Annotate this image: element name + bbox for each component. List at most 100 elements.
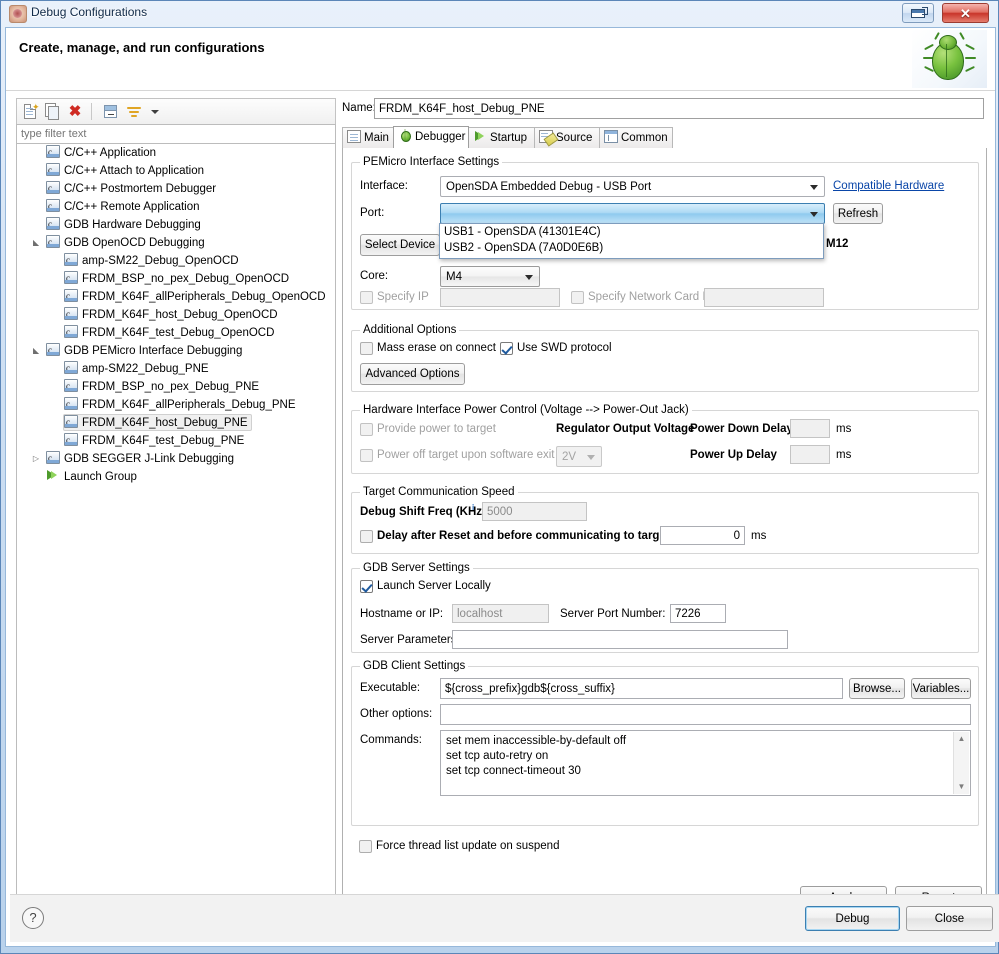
specify-ip-checkbox[interactable] [360, 291, 373, 304]
tree-item[interactable]: FRDM_K64F_test_Debug_PNE [17, 432, 335, 450]
tree-item-label: FRDM_K64F_allPeripherals_Debug_OpenOCD [82, 291, 326, 303]
tree-item[interactable]: ▷ GDB SEGGER J-Link Debugging [17, 450, 335, 468]
tree-twisty-expanded-icon[interactable]: ◢ [27, 346, 45, 356]
specify-network-card-ip-checkbox[interactable] [571, 291, 584, 304]
port-option[interactable]: USB1 - OpenSDA (41301E4C) [440, 224, 823, 240]
commands-scrollbar[interactable]: ▲ ▼ [953, 732, 969, 794]
tree-item-label: FRDM_BSP_no_pex_Debug_PNE [82, 381, 260, 393]
c-file-icon [64, 432, 78, 449]
configuration-editor-panel: Name: Main Debugger Startup Source Common PE… [342, 98, 987, 938]
tab-source[interactable]: Source [534, 127, 600, 148]
compatible-hardware-link[interactable]: Compatible Hardware [833, 180, 944, 192]
tree-item[interactable]: FRDM_BSP_no_pex_Debug_OpenOCD [17, 270, 335, 288]
regulator-voltage-combobox[interactable]: 2V [556, 446, 602, 467]
tree-item[interactable]: amp-SM22_Debug_PNE [17, 360, 335, 378]
configurations-tree[interactable]: C/C++ Application C/C++ Attach to Applica… [16, 144, 336, 920]
tree-twisty-expanded-icon[interactable]: ◢ [27, 238, 45, 248]
tab-debugger[interactable]: Debugger [393, 126, 469, 148]
tree-twisty-collapsed-icon[interactable]: ▷ [31, 450, 41, 468]
duplicate-launch-configuration-icon[interactable] [44, 103, 62, 121]
restore-window-button[interactable] [902, 3, 934, 23]
other-options-input[interactable] [440, 704, 971, 725]
c-file-icon [64, 378, 78, 395]
tab-label: Debugger [415, 131, 466, 143]
use-swd-protocol-checkbox[interactable] [500, 342, 513, 355]
debug-shift-freq-input[interactable] [482, 502, 587, 521]
chevron-down-icon [525, 274, 533, 280]
delay-after-reset-checkbox[interactable] [360, 530, 373, 543]
commands-text: set mem inaccessible-by-default off set … [446, 735, 627, 777]
power-off-on-exit-label: Power off target upon software exit [377, 449, 555, 461]
server-port-input[interactable] [670, 604, 726, 623]
c-file-icon [64, 324, 78, 341]
toolbar-menu-chevron-down-icon[interactable] [146, 103, 164, 121]
launch-server-locally-checkbox[interactable] [360, 580, 373, 593]
new-launch-configuration-icon[interactable]: ✦ [22, 103, 40, 121]
filter-configurations-icon[interactable] [126, 103, 144, 121]
power-down-delay-input[interactable] [790, 419, 830, 438]
variables-button[interactable]: Variables... [911, 678, 971, 699]
specify-network-card-ip-input[interactable] [704, 288, 824, 307]
power-up-delay-label: Power Up Delay [690, 449, 777, 461]
specify-ip-input[interactable] [440, 288, 560, 307]
hostname-input[interactable] [452, 604, 549, 623]
close-button[interactable]: Close [906, 906, 993, 931]
info-icon[interactable]: i [472, 503, 474, 512]
server-parameters-input[interactable] [452, 630, 788, 649]
power-off-on-exit-checkbox[interactable] [360, 449, 373, 462]
tree-item[interactable]: ◢ GDB PEMicro Interface Debugging [17, 342, 335, 360]
port-option[interactable]: USB2 - OpenSDA (7A0D0E6B) [440, 240, 823, 256]
debug-button[interactable]: Debug [805, 906, 900, 931]
mass-erase-checkbox[interactable] [360, 342, 373, 355]
tree-item[interactable]: C/C++ Postmortem Debugger [17, 180, 335, 198]
delay-after-reset-input[interactable] [660, 526, 745, 545]
executable-input[interactable] [440, 678, 843, 699]
tree-item-label: FRDM_K64F_host_Debug_PNE [82, 417, 248, 429]
refresh-button[interactable]: Refresh [833, 203, 883, 224]
other-options-label: Other options: [360, 708, 433, 720]
tree-item[interactable]: C/C++ Application [17, 144, 335, 162]
scroll-up-icon[interactable]: ▲ [954, 732, 969, 746]
tree-item[interactable]: Launch Group [17, 468, 335, 486]
restore-icon [911, 7, 928, 18]
browse-button[interactable]: Browse... [849, 678, 905, 699]
tree-item[interactable]: GDB Hardware Debugging [17, 216, 335, 234]
filter-input[interactable] [16, 124, 336, 144]
scroll-down-icon[interactable]: ▼ [954, 780, 969, 794]
help-icon[interactable]: ? [22, 907, 44, 929]
tree-item-content: amp-SM22_Debug_PNE [63, 360, 213, 377]
tree-item[interactable]: ◢ GDB OpenOCD Debugging [17, 234, 335, 252]
commands-textarea[interactable]: set mem inaccessible-by-default off set … [440, 730, 971, 796]
tree-item-content: GDB PEMicro Interface Debugging [45, 342, 246, 359]
tree-item[interactable]: FRDM_BSP_no_pex_Debug_PNE [17, 378, 335, 396]
tree-item[interactable]: C/C++ Attach to Application [17, 162, 335, 180]
c-file-icon [64, 306, 78, 323]
select-device-button[interactable]: Select Device [360, 234, 440, 256]
advanced-options-button[interactable]: Advanced Options [360, 363, 465, 385]
port-combobox[interactable] [440, 203, 825, 224]
power-down-delay-unit: ms [836, 423, 852, 435]
close-window-button[interactable]: ✕ [942, 3, 989, 23]
collapse-all-icon[interactable] [102, 103, 120, 121]
power-up-delay-input[interactable] [790, 445, 830, 464]
delete-launch-configuration-icon[interactable]: ✖ [66, 103, 84, 121]
force-thread-update-checkbox[interactable] [359, 840, 372, 853]
chevron-down-icon [810, 211, 818, 217]
tree-item[interactable]: amp-SM22_Debug_OpenOCD [17, 252, 335, 270]
configuration-name-input[interactable] [374, 98, 984, 119]
tree-item[interactable]: C/C++ Remote Application [17, 198, 335, 216]
tree-item[interactable]: FRDM_K64F_test_Debug_OpenOCD [17, 324, 335, 342]
tab-common[interactable]: Common [599, 127, 673, 148]
tab-main[interactable]: Main [342, 127, 394, 148]
core-combobox[interactable]: M4 [440, 266, 540, 287]
interface-combobox[interactable]: OpenSDA Embedded Debug - USB Port [440, 176, 825, 197]
port-dropdown-popup[interactable]: USB1 - OpenSDA (41301E4C) USB2 - OpenSDA … [439, 223, 824, 259]
tab-startup[interactable]: Startup [468, 127, 535, 148]
provide-power-checkbox[interactable] [360, 423, 373, 436]
tree-item[interactable]: FRDM_K64F_host_Debug_PNE [17, 414, 335, 432]
tree-item[interactable]: FRDM_K64F_host_Debug_OpenOCD [17, 306, 335, 324]
tree-item[interactable]: FRDM_K64F_allPeripherals_Debug_OpenOCD [17, 288, 335, 306]
tab-label: Startup [490, 132, 528, 144]
tree-item[interactable]: FRDM_K64F_allPeripherals_Debug_PNE [17, 396, 335, 414]
c-file-icon [64, 360, 78, 377]
